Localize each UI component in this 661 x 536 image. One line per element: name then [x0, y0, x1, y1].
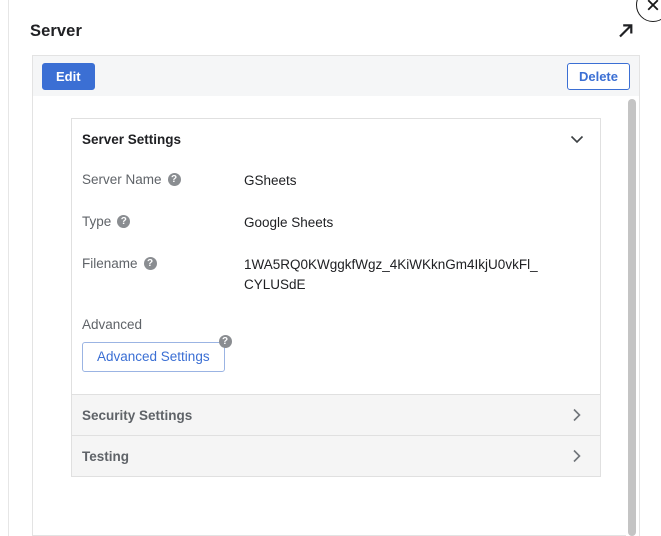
advanced-settings-wrap: Advanced Settings ?	[82, 342, 225, 372]
chevron-down-icon[interactable]	[568, 130, 586, 148]
settings-accordion: Server Settings Server Name ?	[71, 118, 601, 477]
field-row-filename: Filename ? 1WA5RQ0KWggkfWgz_4KiWKknGm4Ik…	[82, 255, 590, 295]
field-label-filename: Filename ?	[82, 255, 244, 271]
field-value-server-name: GSheets	[244, 171, 297, 191]
section-testing: Testing	[71, 435, 601, 477]
help-icon-type[interactable]: ?	[117, 215, 130, 228]
chevron-right-icon[interactable]	[568, 447, 586, 465]
panel-header: Server	[10, 0, 661, 48]
help-icon-server-name[interactable]: ?	[168, 173, 181, 186]
section-title-security-settings: Security Settings	[82, 408, 192, 423]
section-body-server-settings: Server Name ? GSheets Type ? Google Shee…	[72, 159, 600, 394]
field-label-text: Server Name	[82, 172, 162, 187]
advanced-settings-button[interactable]: Advanced Settings	[82, 342, 225, 372]
field-row-server-name: Server Name ? GSheets	[82, 171, 590, 191]
field-label-text: Filename	[82, 256, 138, 271]
edit-button[interactable]: Edit	[42, 63, 95, 90]
open-in-new-icon[interactable]	[615, 20, 637, 42]
advanced-caption: Advanced	[82, 317, 590, 332]
section-server-settings: Server Settings Server Name ?	[71, 118, 601, 394]
field-value-type: Google Sheets	[244, 213, 333, 233]
chevron-right-icon[interactable]	[568, 406, 586, 424]
section-header-testing[interactable]: Testing	[72, 436, 600, 476]
panel-scroll-body: Server Settings Server Name ?	[32, 96, 640, 536]
section-header-server-settings[interactable]: Server Settings	[72, 119, 600, 159]
vertical-scrollbar-thumb[interactable]	[628, 99, 636, 536]
action-toolbar: Edit Delete	[32, 55, 640, 96]
section-header-security-settings[interactable]: Security Settings	[72, 395, 600, 435]
field-value-filename: 1WA5RQ0KWggkfWgz_4KiWKknGm4IkjU0vkFl_CYL…	[244, 255, 544, 295]
field-label-text: Type	[82, 214, 111, 229]
field-label-server-name: Server Name ?	[82, 171, 244, 187]
field-row-type: Type ? Google Sheets	[82, 213, 590, 233]
delete-button[interactable]: Delete	[567, 63, 630, 90]
help-icon-advanced-settings[interactable]: ?	[219, 335, 232, 348]
server-panel: Server Edit Delete Server Settings	[10, 0, 661, 536]
field-label-type: Type ?	[82, 213, 244, 229]
advanced-block: Advanced Advanced Settings ?	[82, 317, 590, 372]
section-security-settings: Security Settings	[71, 394, 601, 435]
server-detail-screen: Server Edit Delete Server Settings	[0, 0, 661, 536]
help-icon-filename[interactable]: ?	[144, 257, 157, 270]
section-title-server-settings: Server Settings	[82, 132, 181, 147]
section-title-testing: Testing	[82, 449, 129, 464]
page-left-gutter	[0, 0, 9, 536]
page-title: Server	[30, 22, 82, 41]
